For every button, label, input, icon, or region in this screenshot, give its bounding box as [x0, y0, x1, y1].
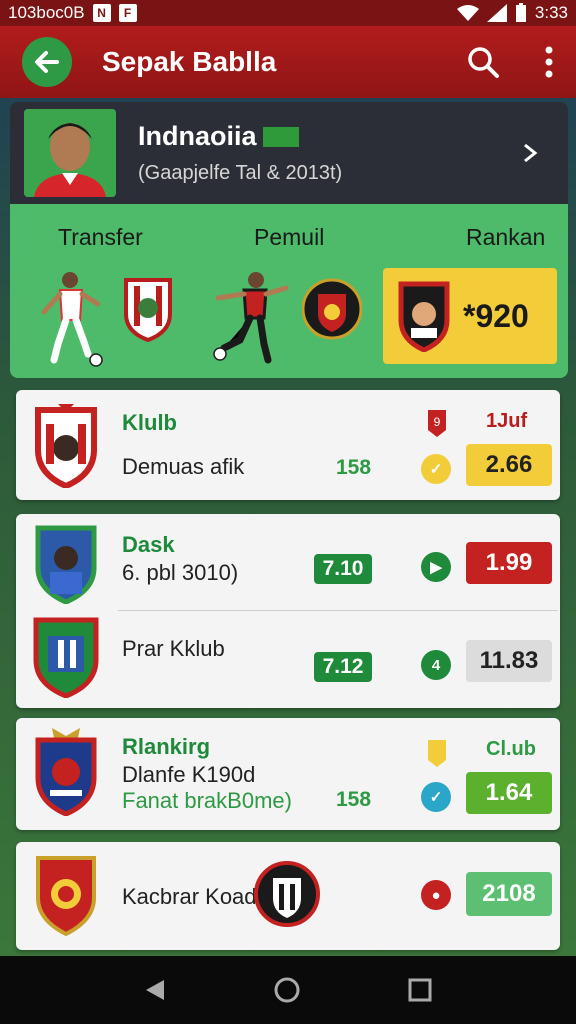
tab-transfer[interactable]: Transfer [58, 224, 143, 251]
search-icon[interactable] [466, 45, 500, 79]
item-title: Dask [122, 532, 175, 557]
recents-nav-icon[interactable] [408, 978, 432, 1002]
flag-icon [262, 126, 299, 147]
notification-icon: N [92, 4, 111, 22]
value-button[interactable]: 2108 [466, 872, 552, 916]
club-crest-icon [36, 856, 96, 936]
status-left-text: 103boc0B [8, 3, 85, 22]
club-crest-icon [35, 728, 97, 816]
list-item-group: Dask 6. pbl 3010) 7.10 ▶ 1.99 Prar Kklub… [16, 514, 560, 708]
player-profile-header[interactable]: Indnaoiia (Gaapjelfe Tal & 2013t) [10, 102, 568, 204]
wifi-icon [456, 5, 479, 21]
tab-pemain[interactable]: Pemuil [254, 224, 324, 251]
back-button[interactable] [22, 37, 72, 87]
page-title: Sepak Bablla [102, 46, 277, 77]
check-icon: ✓ [421, 454, 451, 484]
app-bar: Sepak Bablla [0, 26, 576, 98]
chevron-right-icon[interactable] [522, 142, 538, 164]
arrow-left-icon [35, 51, 59, 73]
more-vert-icon[interactable] [544, 46, 554, 78]
value-button[interactable]: 11.83 [466, 640, 552, 682]
player-running-illustration [41, 272, 103, 367]
category-panel: Transfer Pemuil Rankan *920 [10, 204, 568, 378]
check-icon: ✓ [421, 782, 451, 812]
battery-icon [515, 3, 526, 22]
signal-icon [486, 4, 507, 22]
club-crest-icon [35, 525, 97, 604]
tag-icon: 9 [428, 410, 446, 437]
value-button[interactable]: 1.99 [466, 542, 552, 584]
item-count: 158 [336, 456, 372, 479]
value-button[interactable]: 2.66 [466, 444, 552, 486]
item-title: Prar Kklub [122, 636, 225, 661]
club-crest-icon [124, 278, 172, 342]
item-tag: Cl.ub [486, 738, 536, 760]
player-avatar [24, 109, 116, 197]
list-item[interactable]: Klulb Demuas afik 158 9 1Juf ✓ 2.66 [16, 390, 560, 500]
list-item[interactable]: Kacbrar Koad ● 2108 [16, 842, 560, 950]
list-item[interactable]: Rlankirg Dlanfe K190d Fanat brakB0me) 15… [16, 718, 560, 830]
back-nav-icon[interactable] [144, 978, 166, 1002]
item-detail: Fanat brakB0me) [122, 788, 292, 813]
item-subtitle: 6. pbl 3010) [122, 560, 239, 585]
svg-text:9: 9 [434, 415, 441, 429]
app-notification-icon: F [118, 4, 137, 22]
club-crest-icon [398, 281, 450, 352]
tab-ranking[interactable]: Rankan [466, 224, 545, 251]
item-title: Rlankirg [122, 734, 211, 759]
player-kicking-illustration [213, 272, 289, 364]
club-crest-icon [35, 404, 97, 488]
club-crest-icon [33, 617, 99, 698]
status-bar: 103boc0B N F 3:33 [0, 0, 576, 26]
club-crest-icon [254, 861, 320, 927]
play-icon[interactable]: ▶ [421, 552, 451, 582]
system-nav-bar [0, 956, 576, 1024]
rating-badge: 7.12 [314, 652, 372, 682]
number-badge-icon: 4 [421, 650, 451, 680]
alert-icon: ● [421, 880, 451, 910]
club-crest-icon [302, 278, 362, 340]
rating-badge: 7.10 [314, 554, 372, 584]
item-subtitle: Demuas afik [122, 454, 245, 479]
value-button[interactable]: 1.64 [466, 772, 552, 814]
ranking-badge[interactable]: *920 [383, 268, 557, 364]
item-title: Klulb [122, 410, 177, 435]
item-subtitle: Dlanfe K190d [122, 762, 256, 787]
home-nav-icon[interactable] [273, 976, 301, 1004]
ranking-value: *920 [463, 297, 529, 334]
divider [118, 610, 558, 611]
tag-icon [428, 740, 446, 767]
item-tag: 1Juf [486, 410, 528, 432]
player-subtitle: (Gaapjelfe Tal & 2013t) [138, 162, 343, 184]
item-count: 158 [336, 788, 372, 811]
player-name: Indnaoiia [138, 121, 257, 151]
item-title: Kacbrar Koad [122, 884, 257, 909]
status-time: 3:33 [534, 3, 568, 22]
